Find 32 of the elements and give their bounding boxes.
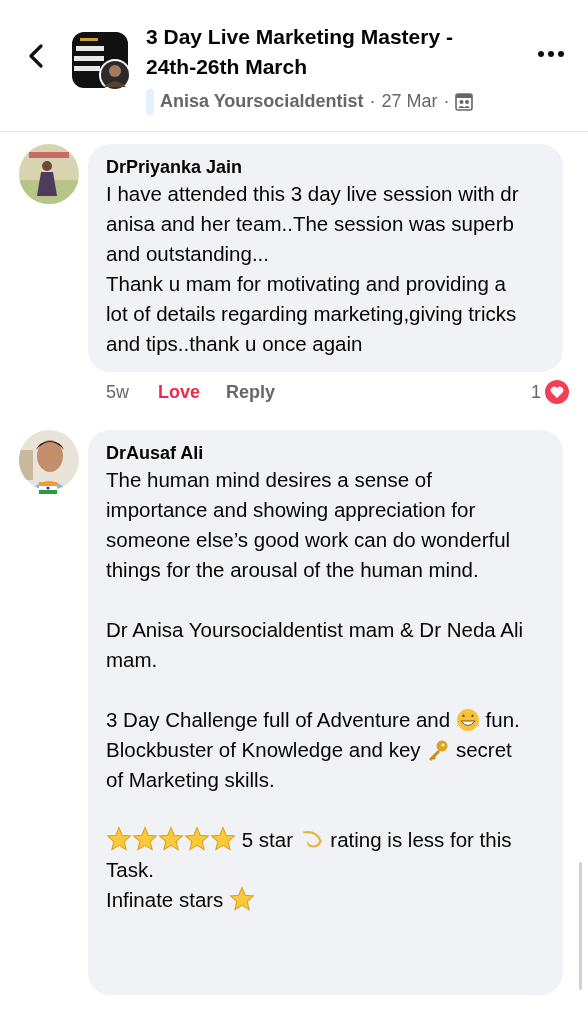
more-icon — [538, 51, 564, 57]
star-icon — [106, 826, 132, 852]
group-icon — [455, 92, 474, 111]
heart-reaction-icon — [543, 378, 571, 406]
comment-time: 5w — [106, 380, 130, 404]
star-icon — [132, 826, 158, 852]
star-icon — [184, 826, 210, 852]
comment-text: 5 star rating is less for this Task. — [106, 825, 513, 883]
comment-text: The human mind desires a sense of importance and showing appreciation for someone else’s good work can do wonderful things for the arousal of the human mind. — [106, 467, 512, 583]
grinning-face-icon — [455, 708, 480, 732]
comment-text: 3 Day Challenge full of Adventure and fun. — [106, 707, 521, 734]
separator: · — [369, 90, 376, 113]
comment-text: Thank u mam for motivating and providing a lot of details regarding marketing,giving tricks and tips..thank u once again — [106, 271, 518, 357]
reaction-count: 1 — [531, 380, 541, 404]
commenter-name: DrPriyanka Jain — [106, 156, 244, 179]
comment-text: Dr Anisa Yoursocialdentist mam & Dr Neda Ali mam. — [106, 617, 525, 673]
flag-icon — [39, 482, 57, 494]
back-icon — [28, 43, 44, 69]
author-name: Anisa Yoursocialdentist — [160, 90, 364, 113]
love-button[interactable]: Love — [158, 378, 200, 406]
comment-text: Blockbuster of Knowledge and key secret of Marketing skills. — [106, 737, 513, 793]
post-date: 27 Mar — [381, 90, 438, 113]
post-title: 3 Day Live Marketing Mastery - 24th-26th March — [146, 24, 454, 80]
star-icon — [158, 826, 184, 852]
comment-text: I have attended this 3 day live session with dr anisa and her team..The session was superb and outstanding... — [106, 181, 520, 267]
comment-text: Infinate stars — [106, 885, 545, 915]
star-icon — [210, 826, 236, 852]
commenter-name: DrAusaf Ali — [106, 442, 205, 465]
accent-bar — [146, 88, 154, 115]
separator: · — [443, 90, 450, 113]
reply-button[interactable]: Reply — [226, 378, 276, 406]
star-icon — [229, 886, 256, 912]
